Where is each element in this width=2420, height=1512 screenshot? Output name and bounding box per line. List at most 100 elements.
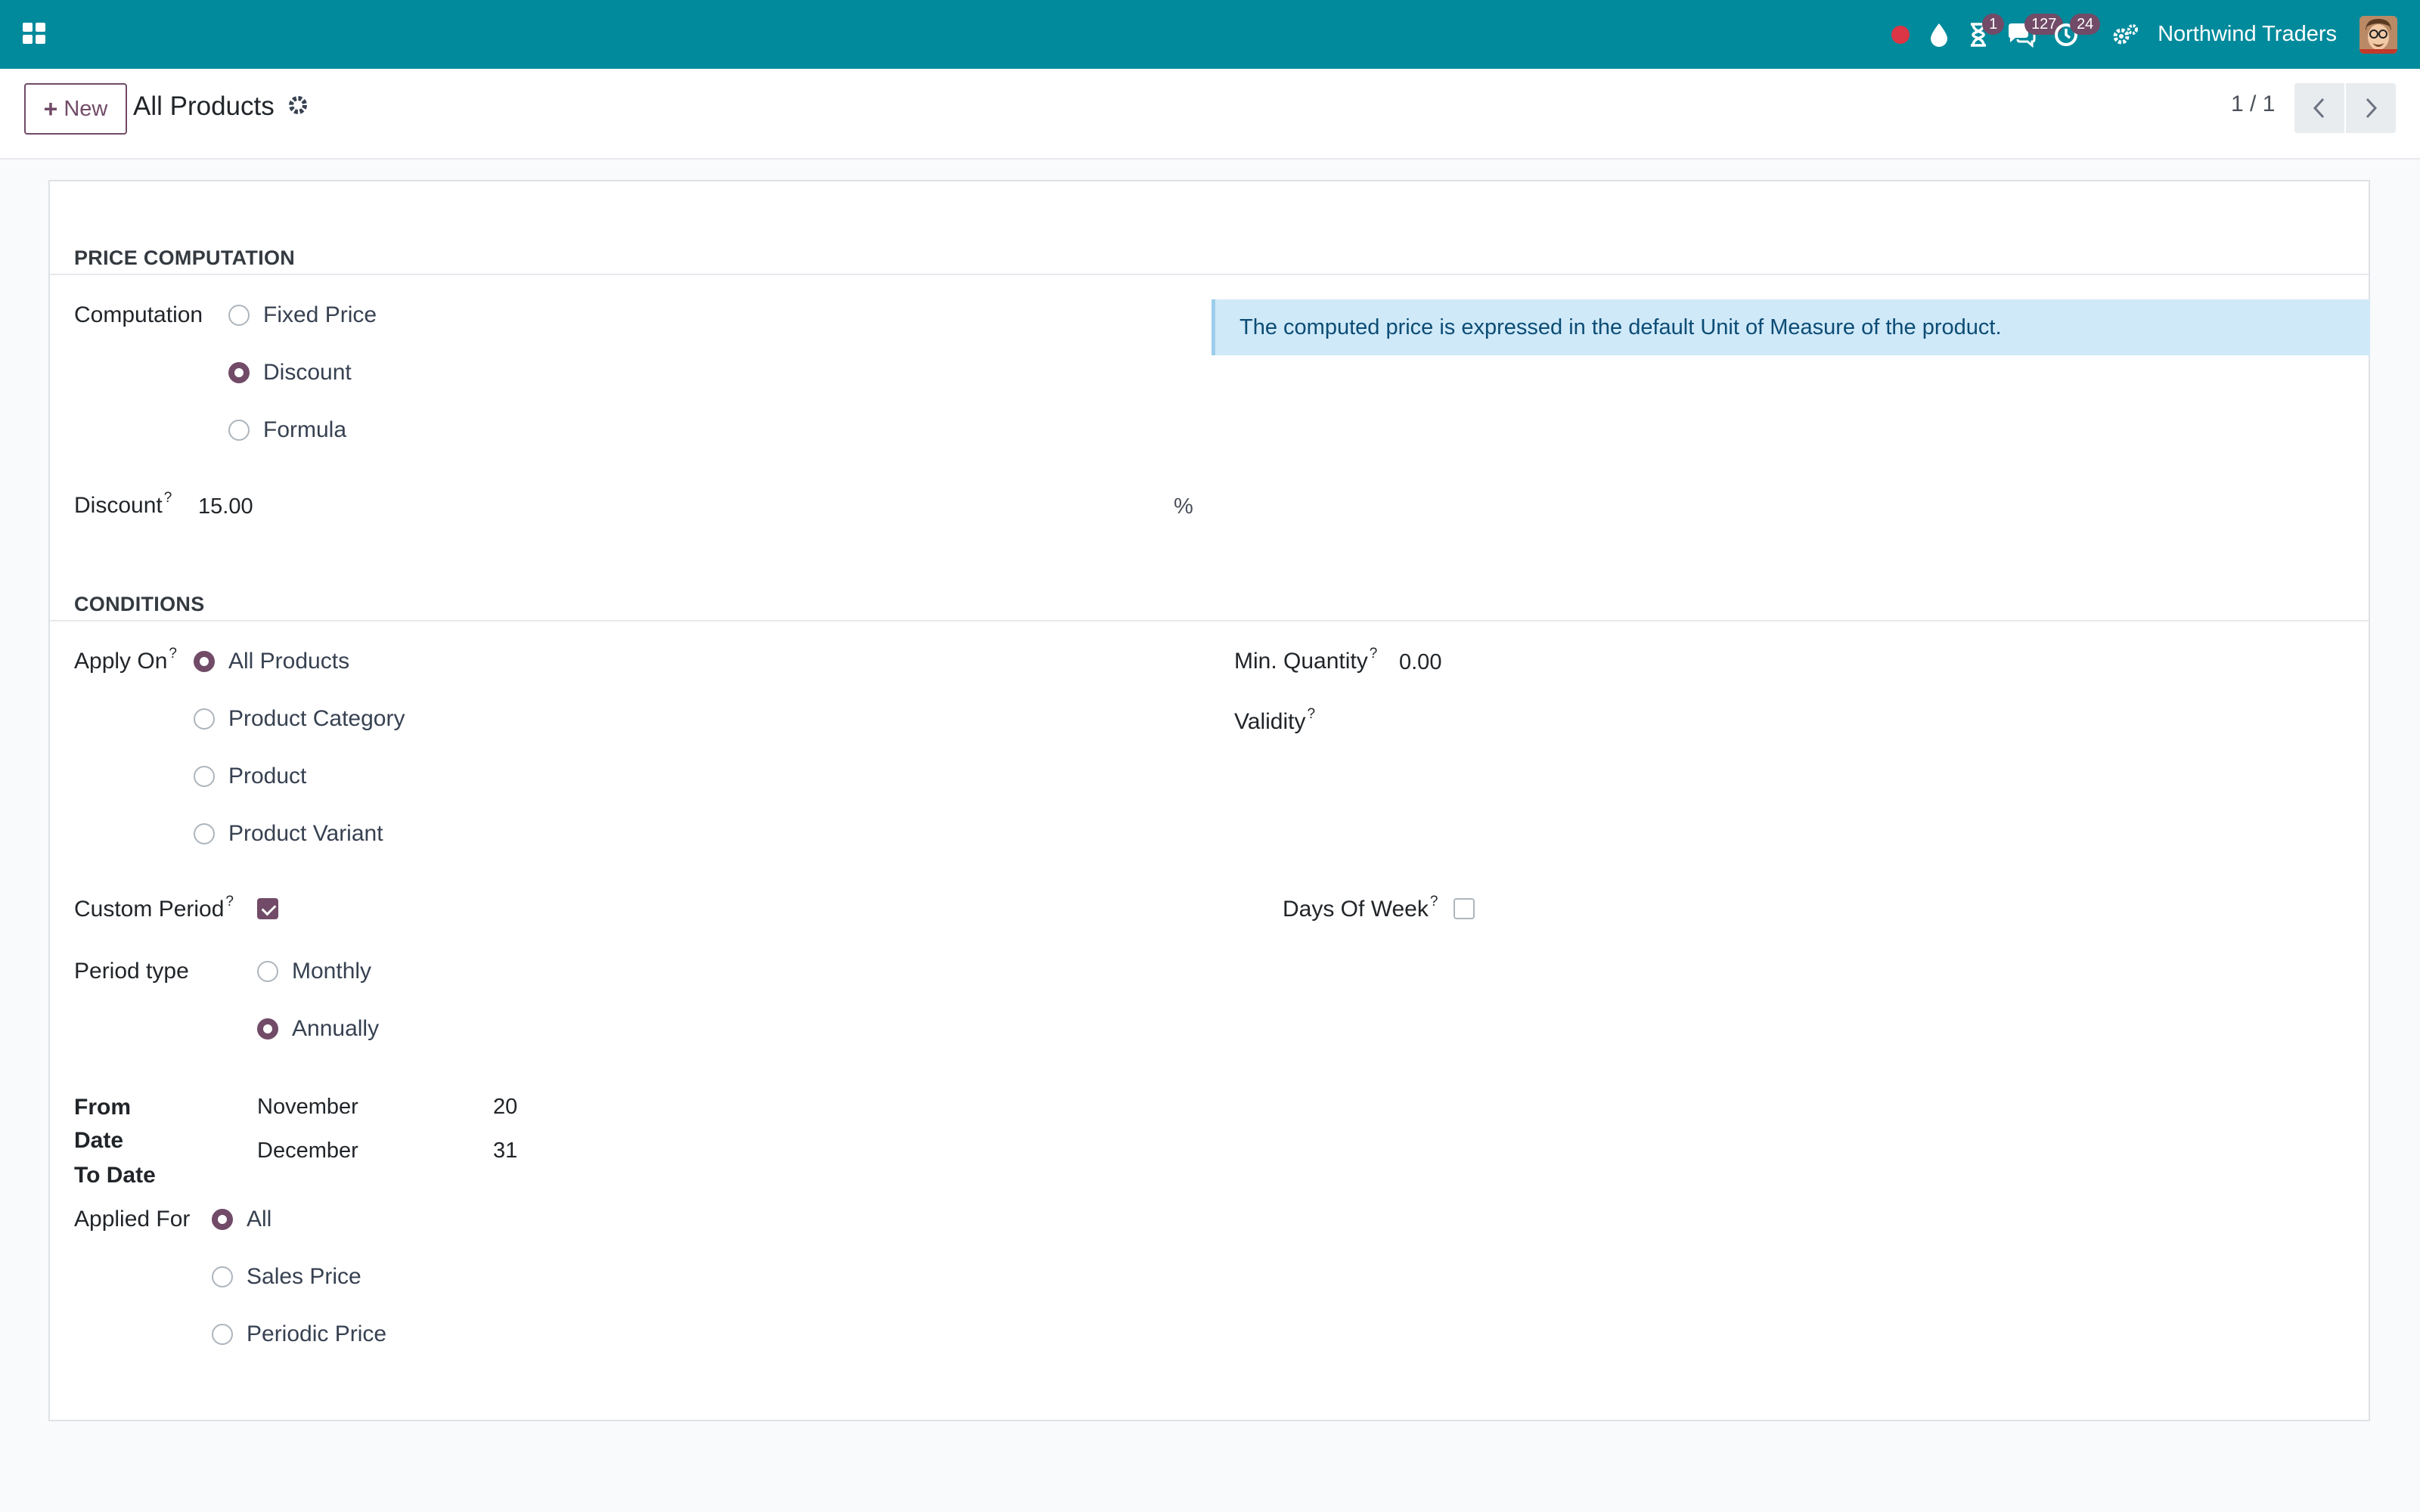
radio-label: Monthly — [292, 959, 372, 984]
validity-label-text: Validity — [1234, 709, 1306, 734]
radio-product[interactable]: Product — [194, 764, 306, 789]
radio-label: Formula — [263, 417, 347, 442]
radio-label: Sales Price — [247, 1264, 361, 1289]
radio-product-category[interactable]: Product Category — [194, 706, 405, 732]
radio-applied-all[interactable]: All — [212, 1207, 271, 1232]
radio-button[interactable] — [212, 1266, 233, 1287]
settings-menu[interactable] — [2112, 0, 2139, 69]
hourglass-badge: 1 — [1982, 14, 2005, 35]
avatar-face-icon — [2360, 15, 2397, 54]
radio-button[interactable] — [228, 420, 250, 441]
radio-button[interactable] — [194, 708, 215, 730]
to-month-select[interactable]: December — [257, 1139, 358, 1163]
radio-button[interactable] — [194, 651, 215, 672]
gear-icon[interactable] — [287, 94, 309, 116]
top-navbar: 1 127 24 Northwind Traders — [0, 0, 2420, 69]
apply-on-label: Apply On? — [74, 646, 177, 674]
company-switcher[interactable]: Northwind Traders — [2158, 22, 2337, 47]
period-type-label: Period type — [74, 959, 189, 984]
droplet-menu[interactable] — [1928, 0, 1950, 69]
radio-formula[interactable]: Formula — [228, 417, 346, 443]
pager-next-button[interactable] — [2346, 83, 2396, 133]
discount-unit: % — [1174, 494, 1193, 519]
radio-label: Product Category — [228, 706, 405, 731]
breadcrumb-title: All Products — [133, 91, 275, 121]
radio-label: Discount — [263, 360, 352, 385]
activity-badge: 24 — [2070, 14, 2101, 35]
navbar-systray: 1 127 24 Northwind Traders — [1873, 0, 2397, 69]
help-tooltip-icon[interactable]: ? — [225, 894, 234, 909]
new-button-label: New — [64, 96, 108, 121]
radio-fixed-price[interactable]: Fixed Price — [228, 302, 377, 328]
apply-on-label-text: Apply On — [74, 649, 168, 674]
chevron-right-icon — [2366, 98, 2378, 119]
help-tooltip-icon[interactable]: ? — [169, 646, 177, 662]
radio-all-products[interactable]: All Products — [194, 649, 349, 674]
help-tooltip-icon[interactable]: ? — [1430, 894, 1438, 909]
min-quantity-input[interactable]: 0.00 — [1399, 650, 1441, 675]
radio-button[interactable] — [212, 1324, 233, 1345]
computation-label: Computation — [74, 302, 203, 327]
chevron-left-icon — [2313, 98, 2325, 119]
radio-button[interactable] — [194, 766, 215, 787]
radio-sales-price[interactable]: Sales Price — [212, 1264, 361, 1290]
section-title-price-computation: PRICE COMPUTATION — [74, 246, 296, 269]
info-alert: The computed price is expressed in the d… — [1212, 299, 2370, 355]
radio-button[interactable] — [257, 1018, 278, 1040]
radio-label: Product — [228, 764, 307, 789]
radio-button[interactable] — [212, 1209, 233, 1230]
section-divider — [50, 620, 2369, 621]
radio-button[interactable] — [228, 305, 250, 326]
plus-icon: + — [43, 94, 58, 122]
hourglass-menu[interactable]: 1 — [1967, 0, 2005, 69]
record-dot-icon — [1891, 25, 1910, 44]
days-of-week-checkbox[interactable] — [1454, 898, 1475, 919]
record-indicator[interactable] — [1890, 0, 1911, 69]
radio-discount[interactable]: Discount — [228, 360, 352, 386]
droplet-icon — [1931, 23, 1948, 47]
to-date-label: To Date — [74, 1163, 156, 1188]
settings-gears-icon — [2113, 23, 2139, 44]
validity-label: Validity? — [1234, 706, 1315, 735]
from-date-label-line1: From — [74, 1095, 131, 1120]
to-day-input[interactable]: 31 — [493, 1139, 517, 1163]
from-month-select[interactable]: November — [257, 1095, 358, 1120]
radio-button[interactable] — [228, 362, 250, 383]
from-day-input[interactable]: 20 — [493, 1095, 517, 1120]
apps-grid-icon[interactable] — [21, 20, 48, 47]
custom-period-label-text: Custom Period — [74, 897, 225, 922]
radio-periodic-price[interactable]: Periodic Price — [212, 1321, 386, 1347]
radio-monthly[interactable]: Monthly — [257, 959, 371, 984]
help-tooltip-icon[interactable]: ? — [1307, 706, 1315, 722]
radio-button[interactable] — [194, 823, 215, 844]
user-avatar-icon[interactable] — [2360, 15, 2397, 54]
radio-label: All — [247, 1207, 272, 1232]
custom-period-label: Custom Period? — [74, 894, 234, 922]
radio-product-variant[interactable]: Product Variant — [194, 821, 383, 847]
pager-previous-button[interactable] — [2294, 83, 2344, 133]
section-title-conditions: CONDITIONS — [74, 593, 205, 615]
discount-label: Discount? — [74, 490, 172, 519]
days-of-week-label: Days Of Week? — [1283, 894, 1438, 922]
min-quantity-label: Min. Quantity? — [1234, 646, 1378, 674]
activity-menu[interactable]: 24 — [2053, 0, 2101, 69]
help-tooltip-icon[interactable]: ? — [164, 490, 172, 506]
min-quantity-label-text: Min. Quantity — [1234, 649, 1368, 674]
new-button[interactable]: + New — [24, 83, 127, 135]
days-of-week-label-text: Days Of Week — [1283, 897, 1429, 922]
radio-annually[interactable]: Annually — [257, 1016, 379, 1042]
discount-input[interactable]: 15.00 — [198, 494, 253, 519]
radio-label: Annually — [292, 1016, 380, 1041]
section-divider — [50, 274, 2369, 275]
applied-for-label: Applied For — [74, 1207, 191, 1232]
radio-label: Periodic Price — [247, 1321, 387, 1346]
control-panel: + New All Products 1 / 1 — [0, 69, 2420, 160]
discuss-menu[interactable]: 127 — [2006, 0, 2064, 69]
from-date-label-line2: Date — [74, 1128, 124, 1153]
radio-label: Fixed Price — [263, 302, 377, 327]
radio-label: All Products — [228, 649, 350, 674]
help-tooltip-icon[interactable]: ? — [1370, 646, 1378, 662]
pager-value[interactable]: 1 / 1 — [2231, 91, 2275, 117]
custom-period-checkbox[interactable] — [257, 898, 278, 919]
radio-button[interactable] — [257, 961, 278, 982]
